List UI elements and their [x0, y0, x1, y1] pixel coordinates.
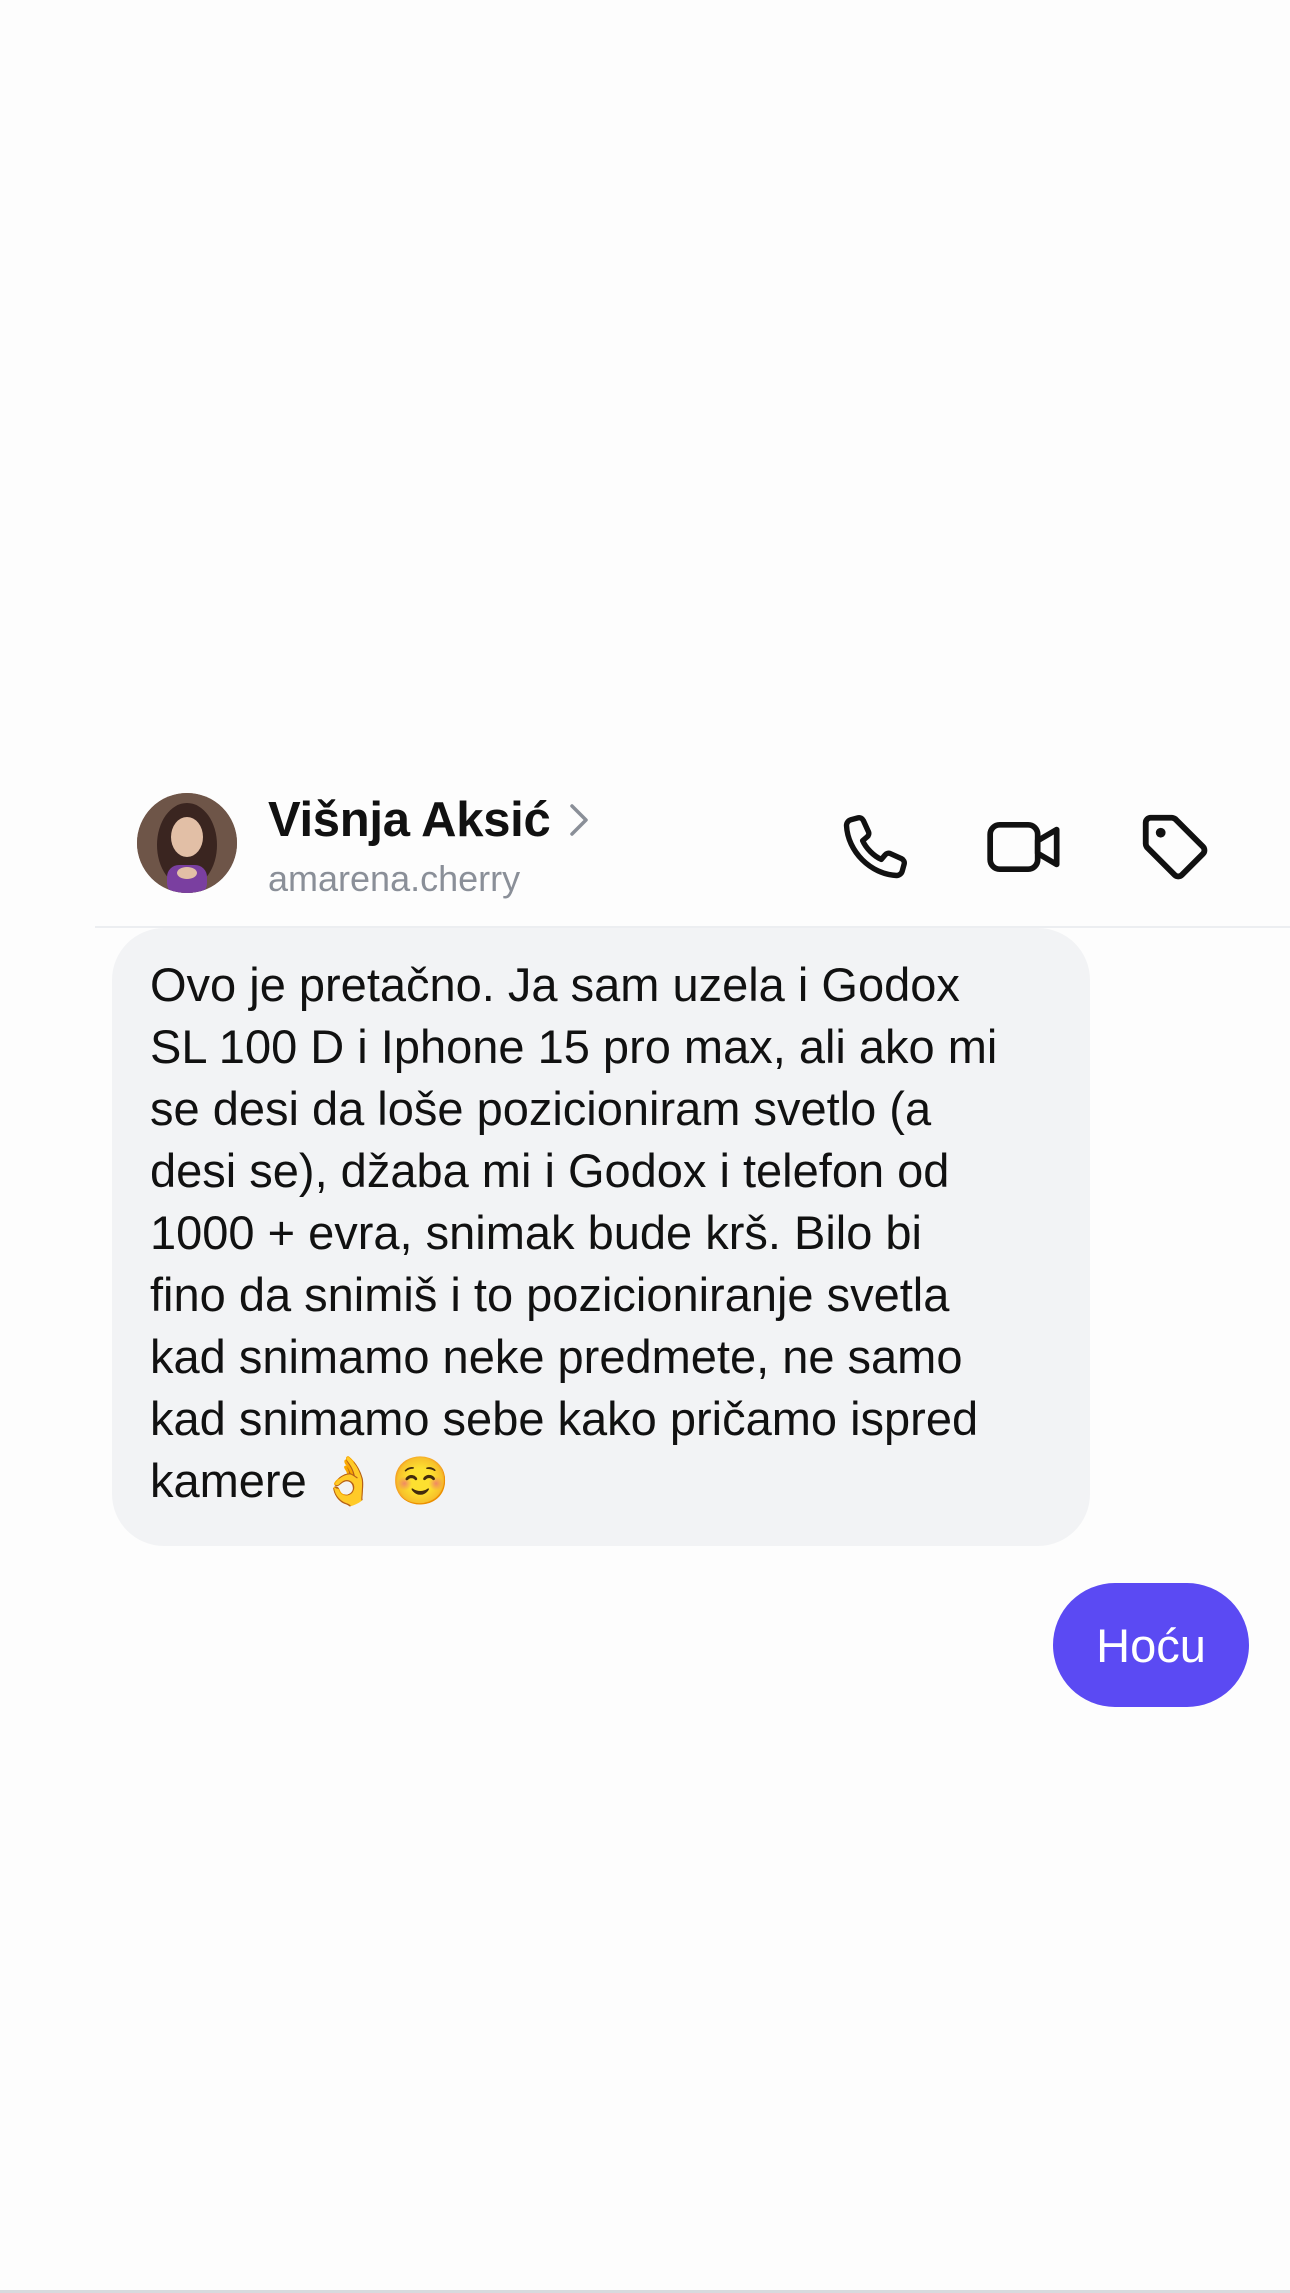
outgoing-message-bubble[interactable]: Hoću	[1053, 1583, 1249, 1707]
call-button[interactable]	[830, 802, 920, 892]
video-camera-icon	[987, 821, 1060, 873]
incoming-message-bubble[interactable]: Ovo je pretačno. Ja sam uzela i Godox SL…	[112, 928, 1090, 1546]
avatar-photo	[137, 793, 237, 893]
tag-icon	[1142, 814, 1208, 880]
outgoing-message-text: Hoću	[1096, 1618, 1206, 1672]
chat-header: Višnja Aksić amarena.cherry	[0, 780, 1290, 930]
contact-handle: amarena.cherry	[268, 858, 521, 899]
tag-button[interactable]	[1130, 802, 1220, 892]
contact-name: Višnja Aksić	[268, 793, 551, 847]
incoming-message-text: Ovo je pretačno. Ja sam uzela i Godox SL…	[150, 958, 998, 1507]
chat-screen: Višnja Aksić amarena.cherry Ovo je preta…	[0, 0, 1290, 2293]
chevron-right-icon[interactable]	[568, 802, 590, 838]
contact-info[interactable]: Višnja Aksić amarena.cherry	[268, 790, 590, 900]
video-call-button[interactable]	[980, 802, 1070, 892]
contact-name-row[interactable]: Višnja Aksić	[268, 790, 590, 850]
avatar[interactable]	[137, 793, 237, 893]
phone-icon	[843, 815, 907, 879]
